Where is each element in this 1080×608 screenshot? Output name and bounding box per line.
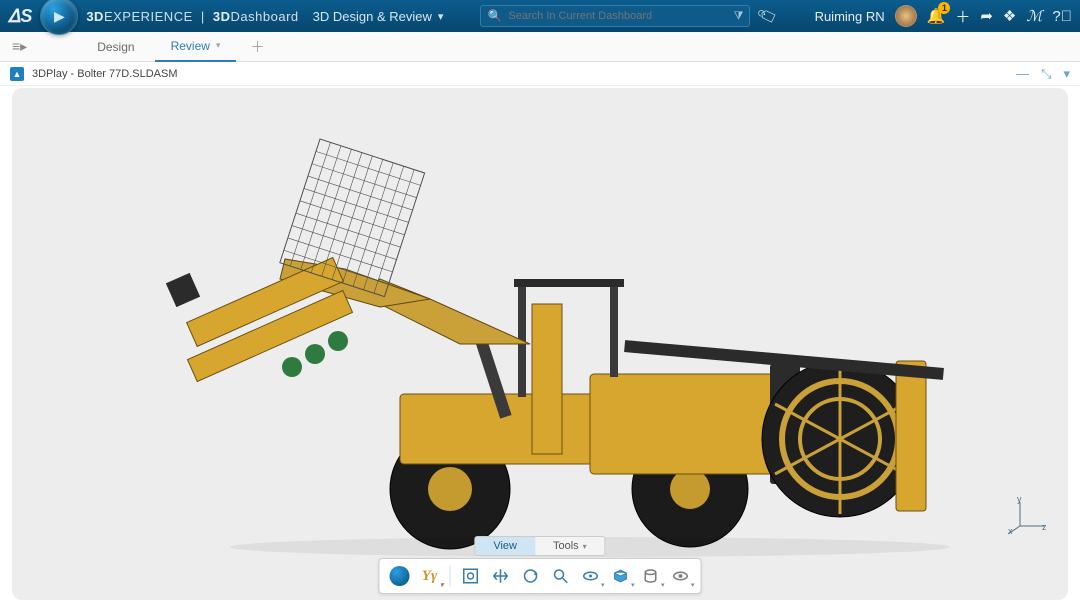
chevron-down-icon: ▾ — [438, 10, 444, 23]
notification-badge: 1 — [938, 2, 950, 14]
ds-logo: ᐃS — [8, 6, 32, 27]
collaborate-icon[interactable]: ❖ — [1003, 7, 1016, 25]
svg-text:x: x — [1008, 526, 1013, 536]
add-tab-button[interactable]: ＋ — [240, 37, 274, 57]
share-icon[interactable]: ➦ — [980, 7, 993, 25]
search-box[interactable]: 🔍 ⧩ — [480, 5, 750, 27]
render-style-button[interactable]: ▾ — [637, 563, 665, 589]
look-at-button[interactable]: ▾ — [577, 563, 605, 589]
compass-icon[interactable]: ▶ — [40, 0, 78, 35]
brand-3dexperience: 3DEXPERIENCE | 3DDashboard — [86, 9, 298, 24]
compass-tool-button[interactable] — [386, 563, 414, 589]
user-block: Ruiming RN 🔔 1 ＋ ➦ ❖ ℳ ?⃝ — [815, 5, 1072, 27]
model-illustration — [130, 129, 950, 559]
sidebar-toggle-icon[interactable]: ≡▸ — [6, 38, 33, 55]
rotate-button[interactable] — [517, 563, 545, 589]
notifications-button[interactable]: 🔔 1 — [927, 7, 946, 25]
viewport-mode-tabs: View Tools▾ — [474, 536, 605, 556]
viewport-toolbar: Yγ▾ ▾ ▾ ▾ ▾ — [379, 558, 702, 594]
tab-review[interactable]: Review ▾ — [155, 32, 237, 62]
chevron-down-icon: ▾ — [216, 40, 221, 51]
3d-viewport[interactable]: y z x View Tools▾ Yγ▾ ▾ ▾ ▾ ▾ — [12, 88, 1068, 600]
display-mode-button[interactable]: ▾ — [607, 563, 635, 589]
model-canvas[interactable] — [12, 88, 1068, 600]
chevron-down-icon[interactable]: ▾ — [1063, 66, 1070, 82]
user-name: Ruiming RN — [815, 9, 885, 24]
axis-triad: y z x — [1008, 496, 1048, 536]
tab-row: ≡▸ Design Review ▾ ＋ — [0, 32, 1080, 62]
viewport-tab-tools[interactable]: Tools▾ — [535, 537, 605, 555]
tab-design[interactable]: Design — [81, 32, 150, 62]
signature-icon[interactable]: ℳ — [1026, 7, 1042, 26]
panel-title: 3DPlay - Bolter 77D.SLDASM — [32, 68, 178, 80]
viewport-tab-view[interactable]: View — [475, 537, 535, 555]
svg-text:y: y — [1017, 496, 1022, 504]
top-bar: ᐃS ▶ 3DEXPERIENCE | 3DDashboard 3D Desig… — [0, 0, 1080, 32]
app-badge-icon: ▲ — [10, 67, 24, 81]
dashboard-context-dropdown[interactable]: 3D Design & Review ▾ — [313, 9, 444, 24]
add-icon[interactable]: ＋ — [955, 6, 970, 27]
visibility-button[interactable]: ▾ — [667, 563, 695, 589]
avatar[interactable] — [895, 5, 917, 27]
fit-view-button[interactable] — [457, 563, 485, 589]
collapse-icon[interactable]: ⤡ — [1041, 66, 1051, 82]
minimize-icon[interactable]: — — [1016, 66, 1029, 81]
axes-tool-button[interactable]: Yγ▾ — [416, 563, 444, 589]
pan-button[interactable] — [487, 563, 515, 589]
zoom-button[interactable] — [547, 563, 575, 589]
search-icon: 🔍 — [487, 9, 502, 23]
panel-header: ▲ 3DPlay - Bolter 77D.SLDASM — ⤡ ▾ — [0, 62, 1080, 86]
help-icon[interactable]: ?⃝ — [1052, 8, 1072, 25]
search-input[interactable] — [508, 10, 727, 22]
filter-icon[interactable]: ⧩ — [734, 10, 744, 23]
tag-icon[interactable]: 🏷 — [756, 4, 780, 27]
svg-text:z: z — [1042, 522, 1047, 532]
